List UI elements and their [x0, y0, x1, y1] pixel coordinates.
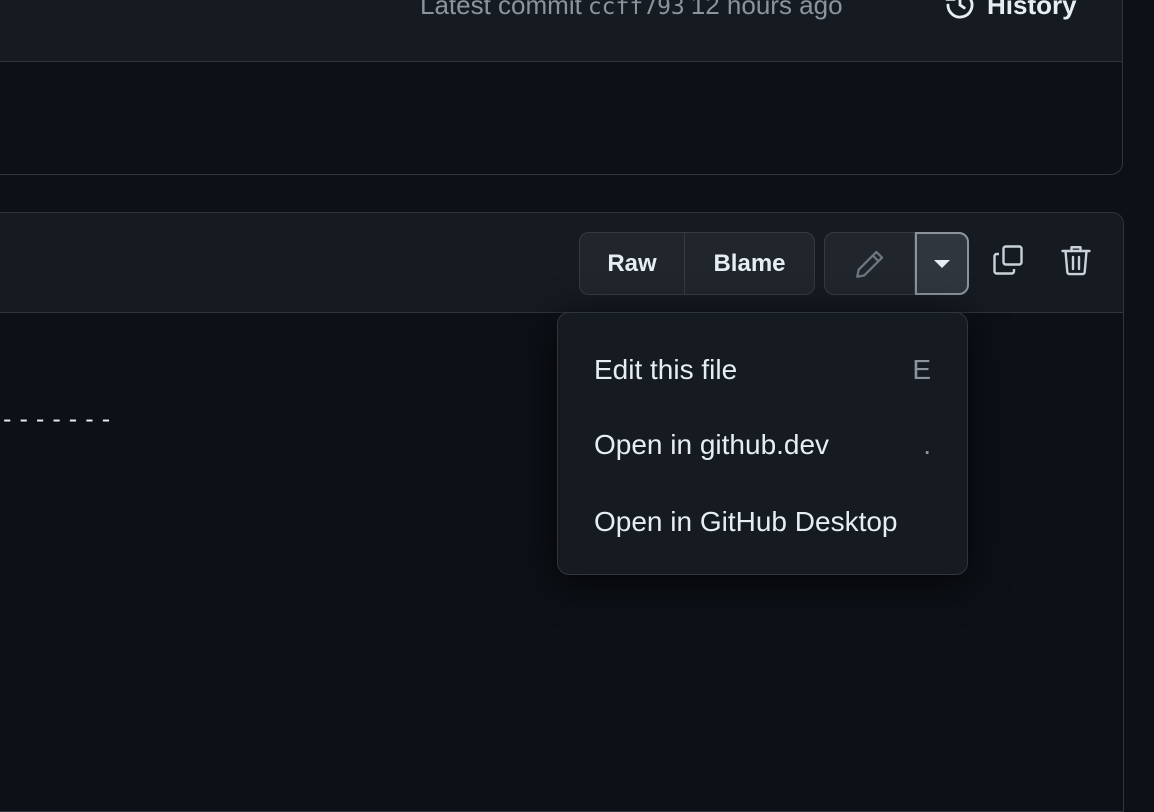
- menu-item-open-github-desktop[interactable]: Open in GitHub Desktop: [594, 497, 931, 547]
- raw-blame-button-group: Raw Blame: [579, 232, 815, 295]
- blame-button[interactable]: Blame: [685, 233, 814, 294]
- trash-icon: [1061, 246, 1091, 276]
- menu-item-label: Open in GitHub Desktop: [594, 506, 898, 537]
- edit-dropdown-button[interactable]: [915, 232, 969, 295]
- edit-file-button[interactable]: [825, 233, 915, 294]
- copy-icon: [993, 245, 1023, 275]
- edit-button-group: [824, 232, 969, 295]
- latest-commit-label: Latest commit: [420, 0, 582, 20]
- menu-item-open-github-dev[interactable]: Open in github.dev .: [594, 420, 931, 470]
- copy-raw-button[interactable]: [988, 240, 1028, 280]
- history-link[interactable]: History: [943, 0, 1077, 22]
- menu-item-label: Edit this file: [594, 354, 738, 385]
- commit-sha-link[interactable]: ccff793: [588, 0, 685, 20]
- menu-item-shortcut: .: [923, 429, 931, 460]
- menu-item-label: Open in github.dev: [594, 429, 830, 460]
- edit-dropdown-menu: Edit this file E Open in github.dev . Op…: [557, 312, 968, 575]
- latest-commit-panel: [0, 0, 1123, 175]
- latest-commit-info: Latest commit ccff793 12 hours ago: [420, 0, 843, 21]
- history-label: History: [987, 0, 1077, 20]
- pencil-icon: [855, 250, 883, 278]
- triangle-down-icon: [934, 259, 950, 268]
- delete-file-button[interactable]: [1056, 240, 1096, 280]
- history-icon: [945, 0, 974, 19]
- code-line: -------: [0, 405, 116, 433]
- raw-button[interactable]: Raw: [580, 233, 685, 294]
- menu-item-edit-file[interactable]: Edit this file E: [594, 345, 931, 395]
- menu-item-shortcut: E: [912, 354, 931, 385]
- commit-time: 12 hours ago: [690, 0, 843, 20]
